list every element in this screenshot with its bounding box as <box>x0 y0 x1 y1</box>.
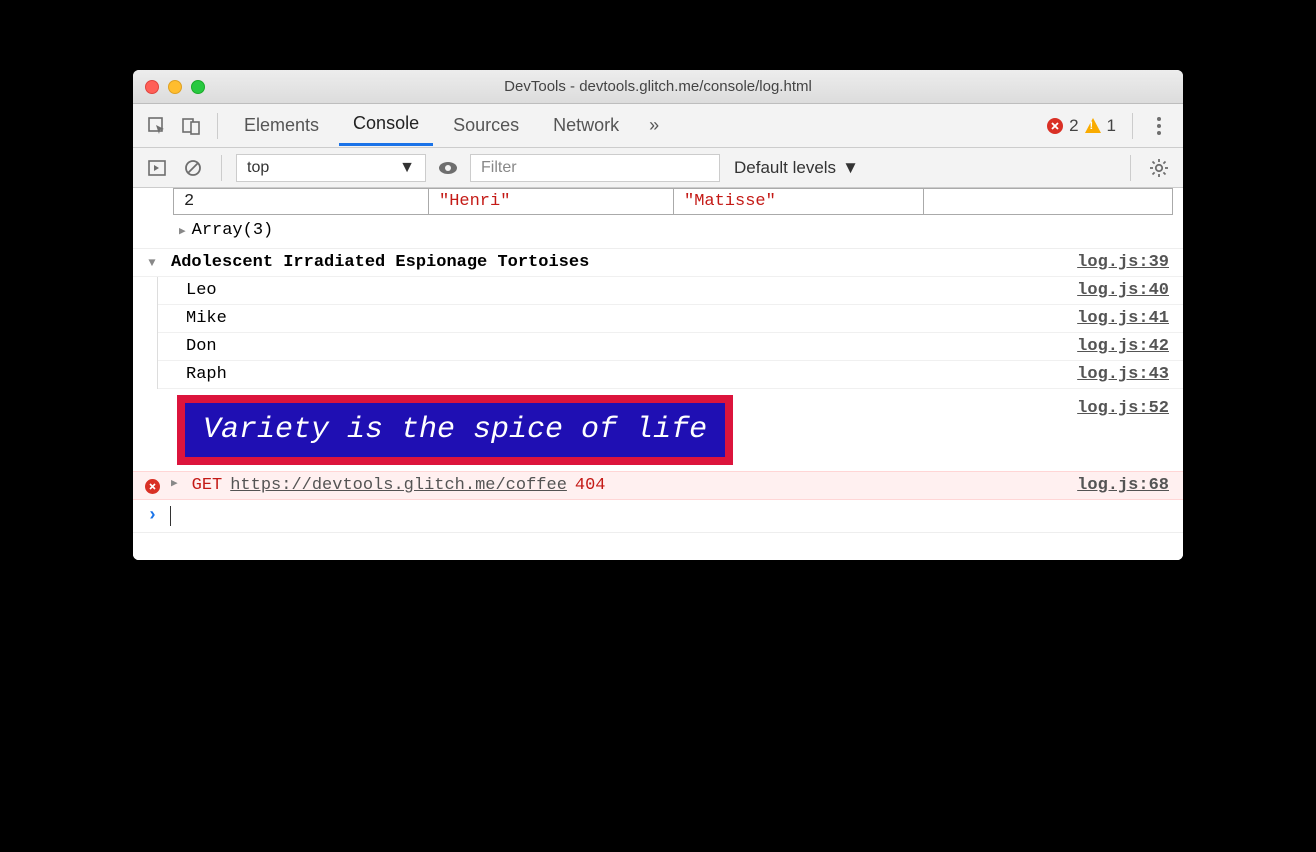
tab-elements[interactable]: Elements <box>230 107 333 144</box>
console-error-line[interactable]: ▶ GET https://devtools.glitch.me/coffee … <box>133 471 1183 500</box>
group-title: Adolescent Irradiated Espionage Tortoise… <box>171 253 589 272</box>
tab-network[interactable]: Network <box>539 107 633 144</box>
traffic-lights <box>145 80 205 94</box>
console-output: 2 "Henri" "Matisse" ▶ Array(3) ▼ Adolesc… <box>133 188 1183 560</box>
more-options-icon[interactable] <box>1145 112 1173 140</box>
clear-console-icon[interactable] <box>179 154 207 182</box>
console-group-header[interactable]: ▼ Adolescent Irradiated Espionage Tortoi… <box>133 249 1183 277</box>
console-settings-icon[interactable] <box>1145 154 1173 182</box>
live-expression-icon[interactable] <box>434 154 462 182</box>
styled-log-message: Variety is the spice of life <box>177 395 733 465</box>
source-link[interactable]: log.js:40 <box>1077 281 1169 300</box>
inspect-element-icon[interactable] <box>143 112 171 140</box>
http-status: 404 <box>575 476 606 495</box>
filter-placeholder: Filter <box>481 159 517 177</box>
log-text: Don <box>186 337 217 356</box>
console-log-line: Leo log.js:40 <box>158 277 1183 305</box>
filter-input[interactable]: Filter <box>470 154 720 182</box>
divider <box>1130 155 1131 181</box>
footer-spacer <box>133 532 1183 560</box>
chevron-down-icon: ▼ <box>842 158 859 178</box>
log-text: Raph <box>186 365 227 384</box>
source-link[interactable]: log.js:39 <box>1077 253 1169 272</box>
toggle-sidebar-icon[interactable] <box>143 154 171 182</box>
collapse-triangle-icon: ▼ <box>148 256 155 272</box>
context-selector[interactable]: top ▼ <box>236 154 426 182</box>
chevron-down-icon: ▼ <box>399 159 415 177</box>
tabs-overflow-button[interactable]: » <box>639 115 669 136</box>
prompt-chevron-icon: › <box>147 506 158 526</box>
toggle-device-toolbar-icon[interactable] <box>177 112 205 140</box>
divider <box>1132 113 1133 139</box>
warning-count-icon: ! <box>1085 118 1101 133</box>
table-row: 2 "Henri" "Matisse" <box>173 188 1173 215</box>
console-log-line: Mike log.js:41 <box>158 305 1183 333</box>
log-text: Leo <box>186 281 217 300</box>
console-styled-line: Variety is the spice of life log.js:52 <box>133 389 1183 471</box>
source-link[interactable]: log.js:68 <box>1077 476 1169 495</box>
source-link[interactable]: log.js:43 <box>1077 365 1169 384</box>
issue-counters[interactable]: 2 ! 1 <box>1047 116 1116 136</box>
table-cell-empty <box>924 189 1169 214</box>
array-expand-line[interactable]: ▶ Array(3) <box>133 215 1183 249</box>
titlebar: DevTools - devtools.glitch.me/console/lo… <box>133 70 1183 104</box>
divider <box>221 155 222 181</box>
minimize-window-button[interactable] <box>168 80 182 94</box>
console-prompt[interactable]: › <box>133 500 1183 532</box>
table-cell-firstname: "Henri" <box>429 189 674 214</box>
http-method: GET <box>192 476 223 495</box>
error-icon <box>145 479 160 494</box>
error-count-icon <box>1047 118 1063 134</box>
tab-console[interactable]: Console <box>339 105 433 146</box>
log-levels-selector[interactable]: Default levels ▼ <box>734 158 859 178</box>
source-link[interactable]: log.js:41 <box>1077 309 1169 328</box>
context-value: top <box>247 159 269 177</box>
maximize-window-button[interactable] <box>191 80 205 94</box>
console-toolbar: top ▼ Filter Default levels ▼ <box>133 148 1183 188</box>
warning-count: 1 <box>1107 116 1116 136</box>
expand-triangle-icon: ▶ <box>171 476 178 495</box>
expand-triangle-icon: ▶ <box>179 224 186 238</box>
levels-label: Default levels <box>734 158 836 178</box>
source-link[interactable]: log.js:52 <box>1077 393 1169 418</box>
input-caret <box>170 506 171 526</box>
devtools-window: DevTools - devtools.glitch.me/console/lo… <box>133 70 1183 560</box>
tab-sources[interactable]: Sources <box>439 107 533 144</box>
console-group-body: Leo log.js:40 Mike log.js:41 Don log.js:… <box>157 277 1183 389</box>
tabs-bar: Elements Console Sources Network » 2 ! 1 <box>133 104 1183 148</box>
window-title: DevTools - devtools.glitch.me/console/lo… <box>133 78 1183 95</box>
divider <box>217 113 218 139</box>
source-link[interactable]: log.js:42 <box>1077 337 1169 356</box>
error-url[interactable]: https://devtools.glitch.me/coffee <box>230 476 567 495</box>
console-log-line: Raph log.js:43 <box>158 361 1183 389</box>
close-window-button[interactable] <box>145 80 159 94</box>
table-cell-index: 2 <box>174 189 429 214</box>
table-cell-lastname: "Matisse" <box>674 189 924 214</box>
array-label: Array(3) <box>192 221 274 240</box>
error-count: 2 <box>1069 116 1078 136</box>
console-log-line: Don log.js:42 <box>158 333 1183 361</box>
log-text: Mike <box>186 309 227 328</box>
